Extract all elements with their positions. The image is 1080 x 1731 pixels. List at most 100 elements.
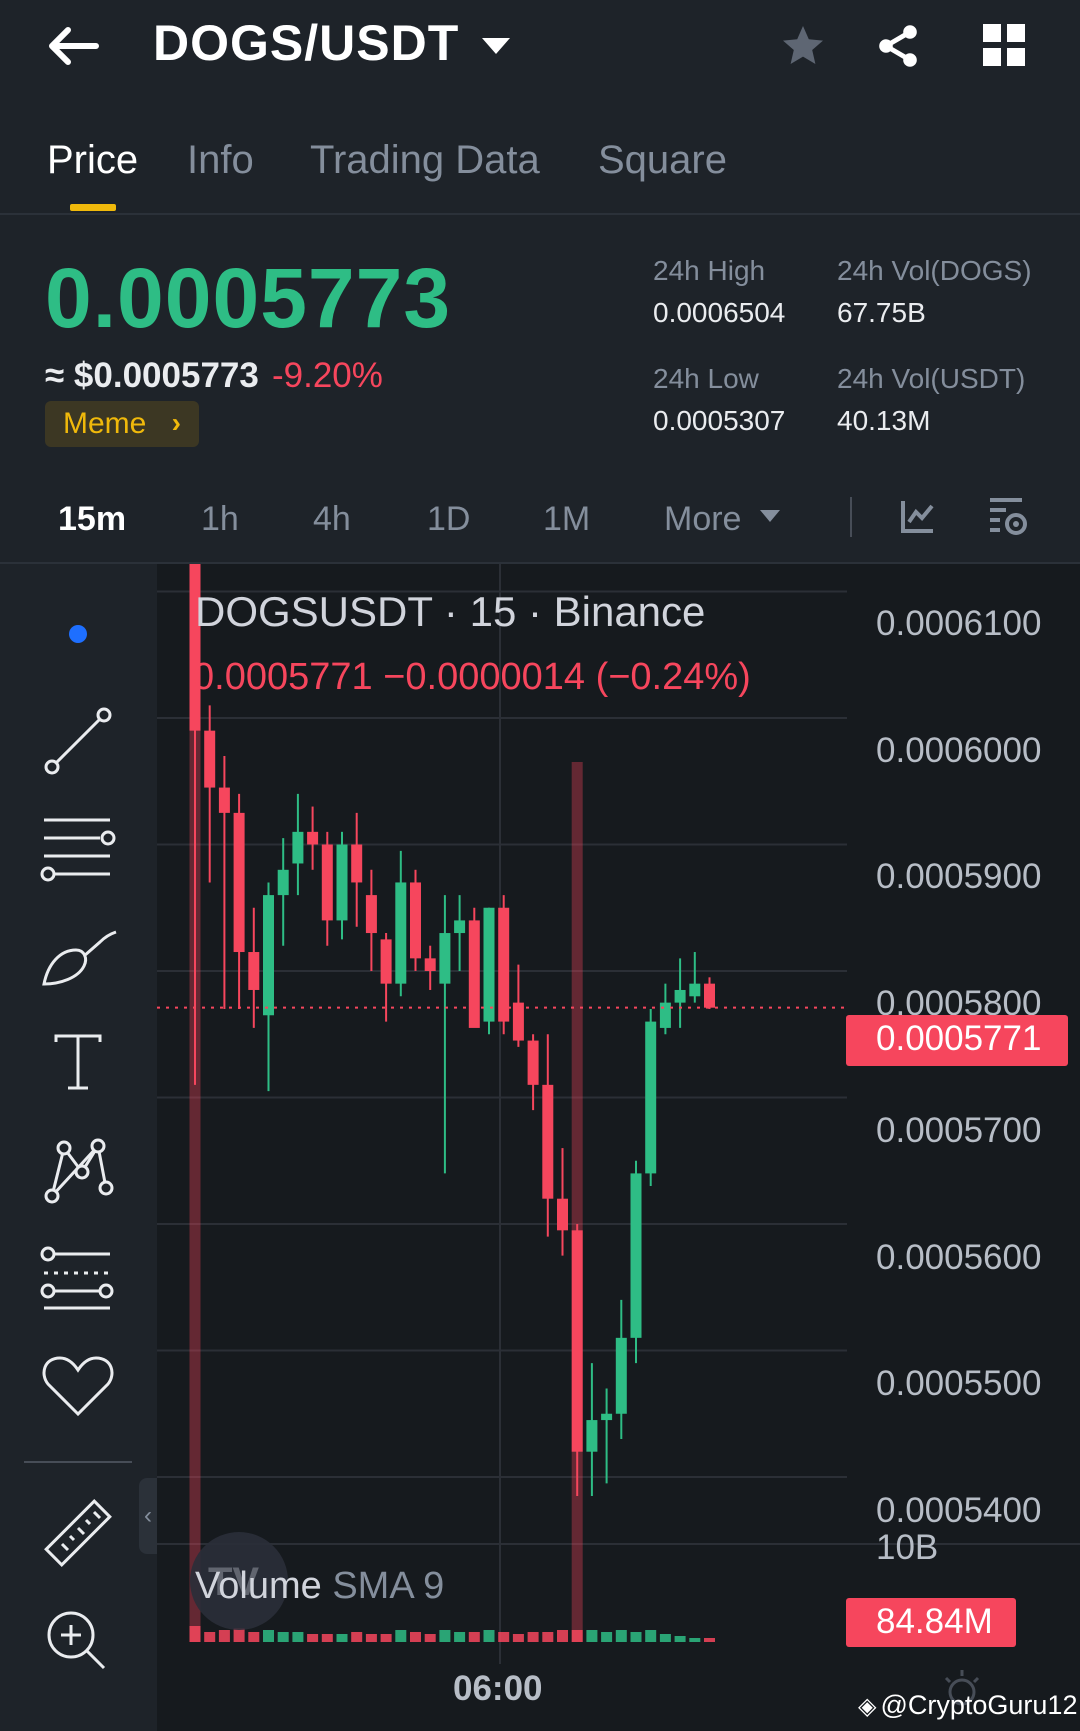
candle-body <box>571 1230 583 1452</box>
last-price: 0.0005773 <box>45 251 452 345</box>
candle-body <box>601 1413 613 1421</box>
interval-1d[interactable]: 1D <box>427 500 470 539</box>
volume-bar <box>439 1630 451 1642</box>
crosshair-dot-icon[interactable] <box>68 624 88 644</box>
price-tick: 0.0005500 <box>876 1364 1042 1403</box>
share-icon[interactable] <box>874 22 922 70</box>
star-icon[interactable] <box>778 22 828 70</box>
candle-body <box>263 895 274 1016</box>
pattern-icon[interactable] <box>42 1136 116 1206</box>
price-tick: 0.0005400 <box>876 1491 1042 1530</box>
candle-body <box>321 844 333 921</box>
grid-icon[interactable] <box>983 24 1025 66</box>
candle-body <box>586 1420 598 1452</box>
volume-bar <box>557 1630 568 1642</box>
candle-body <box>395 882 407 984</box>
volume-bar <box>351 1632 363 1642</box>
volume-bar <box>454 1632 466 1642</box>
candle-body <box>410 882 421 959</box>
current-price-tag: 0.0005771 <box>846 1015 1068 1066</box>
tab-price[interactable]: Price <box>47 138 138 183</box>
volume-sma-label: SMA 9 <box>332 1565 445 1607</box>
candle-body <box>674 989 686 1003</box>
interval-more[interactable]: More <box>664 500 741 539</box>
interval-4h[interactable]: 4h <box>313 500 351 539</box>
stat-vol-base-value: 67.75B <box>837 297 926 328</box>
stat-vol-base-label: 24h Vol(DOGS) <box>837 255 1032 286</box>
volume-bar <box>204 1632 216 1642</box>
volume-bar <box>292 1632 304 1642</box>
watermark: ◈ @CryptoGuru12 <box>858 1690 1078 1720</box>
trend-line-icon[interactable] <box>42 705 114 777</box>
volume-bar <box>336 1634 348 1642</box>
horizontal-lines-icon[interactable] <box>38 812 118 884</box>
zoom-in-icon[interactable] <box>44 1608 108 1672</box>
meme-tag-label: Meme <box>63 407 147 440</box>
volume-bar <box>395 1630 407 1642</box>
candle-body <box>542 1084 554 1199</box>
indicator-icon[interactable] <box>900 498 936 534</box>
text-icon[interactable] <box>52 1032 104 1092</box>
candle-body <box>454 920 466 934</box>
volume-tag: 84.84M <box>846 1598 1016 1647</box>
fib-icon[interactable] <box>38 1246 118 1318</box>
interval-1h[interactable]: 1h <box>201 500 239 539</box>
chevron-down-icon[interactable] <box>482 38 510 54</box>
brush-icon[interactable] <box>40 926 120 990</box>
price-tick: 0.0006000 <box>876 731 1042 770</box>
volume-bar <box>277 1632 289 1642</box>
candle-body <box>218 787 230 813</box>
ruler-icon[interactable] <box>40 1496 116 1572</box>
meme-tag-button[interactable]: Meme › <box>45 401 199 447</box>
volume-bar <box>483 1630 495 1642</box>
tab-square[interactable]: Square <box>598 138 727 183</box>
candle-body <box>365 895 377 934</box>
interval-1m[interactable]: 1M <box>543 500 590 539</box>
stat-high-label: 24h High <box>653 255 766 286</box>
volume-bar <box>365 1634 377 1642</box>
volume-bar <box>571 1630 583 1642</box>
volume-bar <box>218 1630 230 1642</box>
back-arrow-icon[interactable] <box>48 26 100 66</box>
volume-bar <box>498 1632 510 1642</box>
volume-bar <box>689 1638 701 1642</box>
tab-trading-data[interactable]: Trading Data <box>310 138 540 183</box>
volume-bar <box>380 1634 392 1642</box>
candle-body <box>307 831 319 845</box>
diamond-icon: ◈ <box>858 1693 877 1720</box>
price-tick: 0.0005900 <box>876 857 1042 896</box>
price-change-pct: -9.20% <box>272 356 383 395</box>
candle-body <box>277 869 289 896</box>
volume-bar <box>410 1632 421 1642</box>
volume-bar <box>645 1630 657 1642</box>
volume-axis-label: 10B <box>876 1528 939 1567</box>
interval-15m[interactable]: 15m <box>58 500 126 539</box>
volume-bar <box>248 1632 260 1642</box>
volume-bar <box>321 1634 333 1642</box>
volume-bar <box>704 1638 715 1642</box>
chevron-right-icon: › <box>171 407 181 438</box>
more-caret-icon[interactable] <box>760 510 780 522</box>
volume-bar <box>586 1630 598 1642</box>
tab-info[interactable]: Info <box>187 138 254 183</box>
heart-icon[interactable] <box>40 1352 116 1420</box>
stat-vol-quote-label: 24h Vol(USDT) <box>837 363 1026 394</box>
volume-bar <box>542 1632 554 1642</box>
candle-body <box>630 1173 642 1338</box>
volume-legend: Volume SMA 9 <box>195 1565 444 1608</box>
candle-body <box>351 844 363 883</box>
tab-bar: Price Info Trading Data Square <box>0 120 1080 215</box>
volume-bar <box>512 1634 524 1642</box>
chart-legend-title: DOGSUSDT · 15 · Binance <box>195 588 706 635</box>
active-tab-indicator <box>70 204 116 211</box>
volume-bar <box>307 1634 319 1642</box>
time-axis-label: 06:00 <box>453 1669 543 1708</box>
candle-body <box>483 907 495 1022</box>
candle-body <box>424 958 436 971</box>
price-tick: 0.0005700 <box>876 1111 1042 1150</box>
pair-title[interactable]: DOGS/USDT <box>153 14 459 72</box>
toolbar-collapse-handle[interactable]: ‹ <box>139 1478 157 1554</box>
candle-body <box>704 983 715 1008</box>
app-header: DOGS/USDT <box>0 0 1080 95</box>
chart-settings-icon[interactable] <box>988 496 1032 538</box>
